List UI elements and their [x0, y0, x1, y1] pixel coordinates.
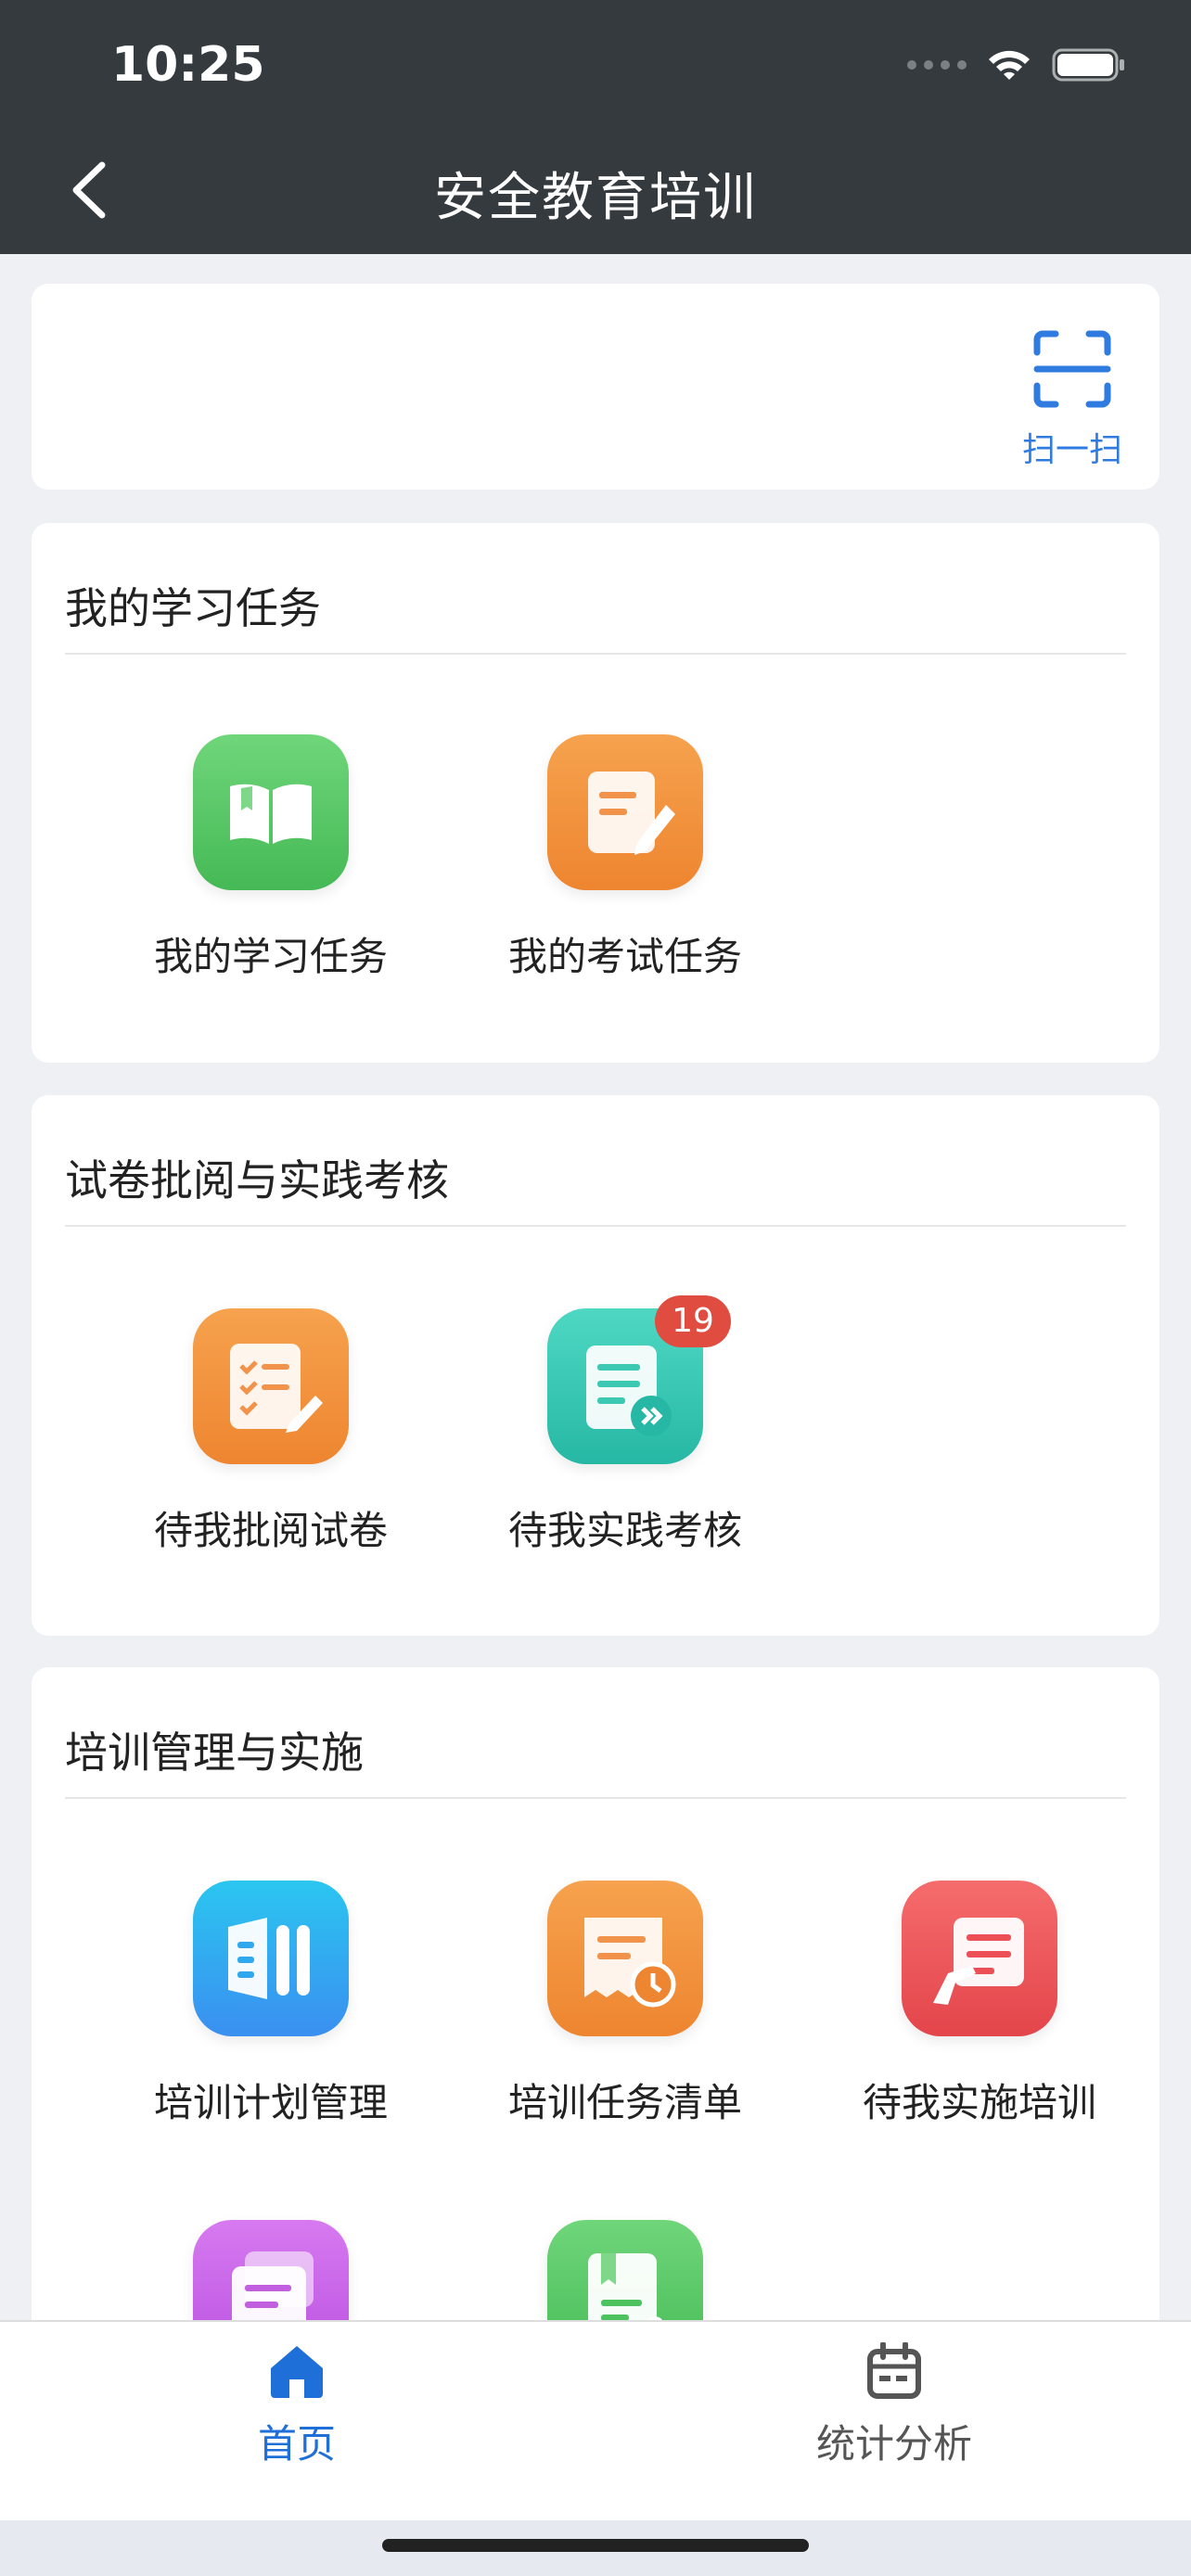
- section-review-assessment: 试卷批阅与实践考核 待我批阅试卷 19 待我实践考核: [32, 1095, 1159, 1636]
- scan-button[interactable]: 扫一扫: [1017, 330, 1128, 471]
- tile-label: 待我实施培训: [862, 2080, 1096, 2125]
- top-bar: 10:25 安全教育培训: [0, 0, 1191, 254]
- document-forward-icon: 19: [547, 1295, 731, 1464]
- section-learning-tasks: 我的学习任务 我的学习任务 我的考试任务: [32, 523, 1159, 1063]
- divider: [65, 1797, 1126, 1799]
- scan-label: 扫一扫: [1021, 431, 1122, 469]
- signal-icon: [907, 60, 967, 70]
- tile-label: 待我批阅试卷: [153, 1508, 388, 1553]
- section-title: 我的学习任务: [65, 583, 321, 633]
- plan-board-icon: [193, 1881, 349, 2036]
- battery-icon: [1052, 46, 1126, 83]
- checklist-pen-icon: [193, 1308, 349, 1464]
- section-title: 试卷批阅与实践考核: [65, 1155, 449, 1205]
- tab-statistics[interactable]: 统计分析: [709, 2341, 1080, 2469]
- calendar-icon: [867, 2341, 921, 2399]
- section-title: 培训管理与实施: [65, 1728, 364, 1778]
- tile-label: 我的考试任务: [507, 934, 742, 979]
- home-indicator[interactable]: [382, 2539, 809, 2552]
- notification-badge: 19: [655, 1295, 731, 1347]
- tile-pending-training-implementation[interactable]: 待我实施培训: [803, 1881, 1156, 2128]
- bottom-tab-bar: 首页 统计分析: [0, 2320, 1191, 2522]
- tile-my-learning-tasks[interactable]: 我的学习任务: [95, 734, 447, 982]
- tab-label: 统计分析: [815, 2421, 972, 2467]
- book-icon: [193, 734, 349, 890]
- tile-pending-practical-assessment[interactable]: 19 待我实践考核: [449, 1295, 801, 1556]
- wifi-icon: [985, 46, 1033, 83]
- tile-label: 待我实践考核: [507, 1508, 742, 1553]
- status-indicators: [907, 46, 1126, 83]
- page-title: 安全教育培训: [434, 168, 757, 228]
- scan-card: 扫一扫: [32, 284, 1159, 490]
- tile-label: 培训计划管理: [153, 2080, 388, 2125]
- tab-home[interactable]: 首页: [111, 2342, 482, 2469]
- presentation-icon: [902, 1881, 1057, 2036]
- receipt-clock-icon: [547, 1881, 703, 2036]
- tile-pending-paper-review[interactable]: 待我批阅试卷: [95, 1308, 447, 1556]
- tile-label: 我的学习任务: [153, 934, 388, 979]
- tile-training-plan-management[interactable]: 培训计划管理: [95, 1881, 447, 2128]
- edit-document-icon: [547, 734, 703, 890]
- home-icon: [271, 2346, 323, 2398]
- tile-my-exam-tasks[interactable]: 我的考试任务: [449, 734, 801, 982]
- divider: [65, 653, 1126, 655]
- status-time: 10:25: [111, 37, 265, 93]
- tab-label: 首页: [257, 2421, 336, 2467]
- scan-icon: [1033, 330, 1111, 408]
- section-training-management: 培训管理与实施 培训计划管理 培训任务清单 待我实施培训: [32, 1667, 1159, 2376]
- tile-label: 培训任务清单: [507, 2080, 742, 2125]
- divider: [65, 1225, 1126, 1227]
- tile-training-task-list[interactable]: 培训任务清单: [449, 1881, 801, 2128]
